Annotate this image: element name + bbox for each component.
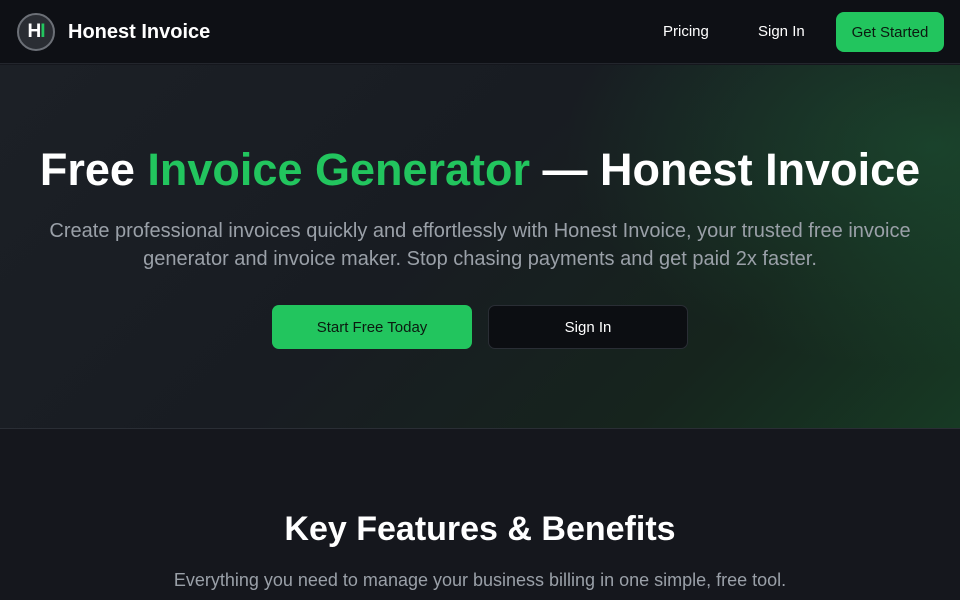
features-title: Key Features & Benefits	[284, 510, 676, 548]
hero-title-accent: Invoice Generator	[147, 144, 531, 195]
hero-title: Free Invoice Generator — Honest Invoice	[0, 143, 960, 197]
features-subtitle: Everything you need to manage your busin…	[173, 570, 787, 590]
start-free-today-button[interactable]: Start Free Today	[272, 305, 472, 349]
brand-logo-icon[interactable]: HI	[17, 13, 55, 51]
hero-subtitle: Create professional invoices quickly and…	[49, 220, 911, 270]
nav-link-pricing[interactable]: Pricing	[663, 21, 709, 43]
logo-letter-h: H	[27, 21, 41, 42]
brand-name[interactable]: Honest Invoice	[68, 19, 210, 45]
top-navbar: HI Honest Invoice Pricing Sign In Get St…	[0, 0, 960, 64]
features-section: Key Features & Benefits Everything you n…	[0, 430, 960, 600]
hero-title-part1: Free	[39, 144, 148, 195]
nav-link-sign-in[interactable]: Sign In	[758, 21, 805, 43]
logo-letter-i: I	[40, 21, 45, 42]
hero-title-part2: — Honest Invoice	[530, 144, 921, 195]
hero-section: Free Invoice Generator — Honest Invoice …	[0, 65, 960, 429]
get-started-button[interactable]: Get Started	[836, 12, 944, 52]
hero-sign-in-button[interactable]: Sign In	[488, 305, 688, 349]
